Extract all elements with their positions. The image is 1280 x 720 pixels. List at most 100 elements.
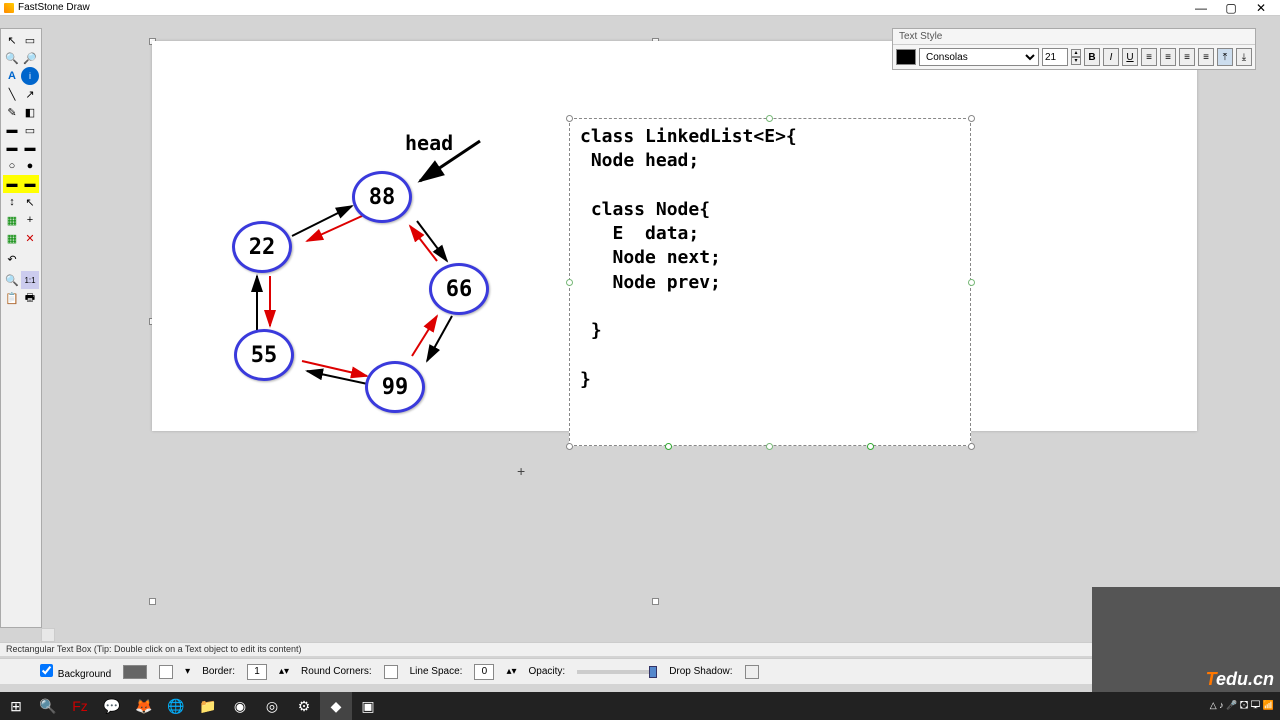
fill-rect-tool[interactable]: ▬ <box>3 139 21 157</box>
shadow-label: Drop Shadow: <box>669 666 732 677</box>
align-center-button[interactable]: ≡ <box>1160 48 1176 66</box>
start-button[interactable]: ⊞ <box>0 692 32 720</box>
node-66[interactable]: 66 <box>429 263 489 315</box>
system-tray[interactable]: △ ♪ 🎤 🖸 🖵 📶 <box>1210 698 1280 714</box>
info-tool[interactable]: i <box>21 67 39 85</box>
minimize-button[interactable]: — <box>1186 1 1216 15</box>
marquee-tool[interactable]: ▭ <box>21 31 39 49</box>
fill-circle-tool[interactable]: ● <box>21 157 39 175</box>
sel-handle[interactable] <box>968 443 975 450</box>
valign-bottom-button[interactable]: ⤓ <box>1236 48 1252 66</box>
chrome-icon[interactable]: 🌐 <box>160 692 192 720</box>
border-spinner[interactable]: ▴▾ <box>279 666 289 677</box>
tray-icons[interactable]: △ ♪ 🎤 🖸 🖵 📶 <box>1210 698 1274 714</box>
sel-handle[interactable] <box>766 115 773 122</box>
ide-icon[interactable]: ▣ <box>352 692 384 720</box>
node-99[interactable]: 99 <box>365 361 425 413</box>
text-color-swatch[interactable] <box>896 49 916 65</box>
align-left-button[interactable]: ≡ <box>1141 48 1157 66</box>
pick-tool[interactable]: ↖ <box>21 193 39 211</box>
circle-tool[interactable]: ○ <box>3 157 21 175</box>
shadow-swatch[interactable] <box>745 665 759 679</box>
node-88[interactable]: 88 <box>352 171 412 223</box>
sel-handle[interactable] <box>665 443 672 450</box>
opacity-label: Opacity: <box>529 666 566 677</box>
valign-top-button[interactable]: ⤒ <box>1217 48 1233 66</box>
app1-icon[interactable]: ◉ <box>224 692 256 720</box>
zoom-tool[interactable]: 🔍 <box>3 49 21 67</box>
align-right-button[interactable]: ≡ <box>1179 48 1195 66</box>
ruler-handle[interactable] <box>149 598 156 605</box>
node-22[interactable]: 22 <box>232 221 292 273</box>
bg-color-swatch[interactable] <box>123 665 147 679</box>
yellow2-tool[interactable]: ▬ <box>21 175 39 193</box>
select-tool[interactable]: ↖ <box>3 31 21 49</box>
sel-handle[interactable] <box>968 279 975 286</box>
line-tool[interactable]: ╲ <box>3 85 21 103</box>
img-tool[interactable]: ▦ <box>3 211 21 229</box>
undo-tool[interactable]: ↶ <box>3 250 21 268</box>
redo-tool[interactable] <box>21 250 39 268</box>
rect-tool[interactable]: ▭ <box>21 121 39 139</box>
status-bar: Rectangular Text Box (Tip: Double click … <box>0 642 1280 656</box>
align-justify-button[interactable]: ≡ <box>1198 48 1214 66</box>
img2-tool[interactable]: ▦ <box>3 229 21 247</box>
code-textbox[interactable]: class LinkedList<E>{ Node head; class No… <box>569 118 971 446</box>
arrow-tool[interactable]: ↗ <box>21 85 39 103</box>
linespace-label: Line Space: <box>410 666 463 677</box>
sel-handle[interactable] <box>867 443 874 450</box>
ruler-handle[interactable] <box>652 598 659 605</box>
background-checkbox[interactable]: Background <box>40 664 111 680</box>
opacity-slider[interactable] <box>577 670 657 674</box>
underline-button[interactable]: U <box>1122 48 1138 66</box>
firefox-icon[interactable]: 🦊 <box>128 692 160 720</box>
font-size-input[interactable] <box>1042 48 1068 66</box>
move-tool[interactable]: ↕ <box>3 193 21 211</box>
eraser-tool[interactable]: ◧ <box>21 103 39 121</box>
settings-icon[interactable]: ⚙ <box>288 692 320 720</box>
fill-more[interactable]: ▾ <box>185 666 190 677</box>
sel-handle[interactable] <box>566 443 573 450</box>
pencil-tool[interactable]: ✎ <box>3 103 21 121</box>
canvas-area[interactable]: head 88 <box>42 28 1280 628</box>
zoom-actual-tool[interactable]: 1:1 <box>21 271 39 289</box>
round-swatch[interactable] <box>384 665 398 679</box>
bold-button[interactable]: B <box>1084 48 1100 66</box>
text-style-panel[interactable]: Text Style Consolas ▴▾ B I U ≡ ≡ ≡ ≡ ⤒ ⤓ <box>892 28 1256 70</box>
zoom-out-tool[interactable]: 🔎 <box>21 49 39 67</box>
add-tool[interactable]: + <box>21 211 39 229</box>
chat-icon[interactable]: 💬 <box>96 692 128 720</box>
close-button[interactable]: ✕ <box>1246 1 1276 15</box>
fill-rect2-tool[interactable]: ▬ <box>21 139 39 157</box>
maximize-button[interactable]: ▢ <box>1216 1 1246 15</box>
font-select[interactable]: Consolas <box>919 48 1039 66</box>
text-style-title: Text Style <box>893 29 1255 45</box>
node-55[interactable]: 55 <box>234 329 294 381</box>
print-tool[interactable]: 🖶 <box>21 289 39 307</box>
border-input[interactable] <box>247 664 267 680</box>
linespace-input[interactable] <box>474 664 494 680</box>
faststone-icon[interactable]: ◆ <box>320 692 352 720</box>
explorer-icon[interactable]: 📁 <box>192 692 224 720</box>
italic-button[interactable]: I <box>1103 48 1119 66</box>
search-button[interactable]: 🔍 <box>32 692 64 720</box>
bg-color2-swatch[interactable] <box>159 665 173 679</box>
tedu-logo: Tedu.cn <box>1206 669 1274 690</box>
yellow-tool[interactable]: ▬ <box>3 175 21 193</box>
clipboard-tool[interactable]: 📋 <box>3 289 21 307</box>
delete-tool[interactable]: ✕ <box>21 229 39 247</box>
sel-handle[interactable] <box>566 279 573 286</box>
zoom100-tool[interactable]: 🔍 <box>3 271 21 289</box>
app2-icon[interactable]: ◎ <box>256 692 288 720</box>
sel-handle[interactable] <box>968 115 975 122</box>
properties-bar: Background ▾ Border: ▴▾ Round Corners: L… <box>0 658 1280 684</box>
canvas[interactable]: head 88 <box>152 41 1197 431</box>
text-tool[interactable]: A <box>3 67 21 85</box>
highlight-tool[interactable]: ▬ <box>3 121 21 139</box>
font-size-spinner[interactable]: ▴▾ <box>1071 49 1081 65</box>
linespace-spinner[interactable]: ▴▾ <box>506 666 516 677</box>
taskbar[interactable]: ⊞ 🔍 Fz 💬 🦊 🌐 📁 ◉ ◎ ⚙ ◆ ▣ △ ♪ 🎤 🖸 🖵 📶 <box>0 692 1280 720</box>
sel-handle[interactable] <box>766 443 773 450</box>
filezilla-icon[interactable]: Fz <box>64 692 96 720</box>
sel-handle[interactable] <box>566 115 573 122</box>
